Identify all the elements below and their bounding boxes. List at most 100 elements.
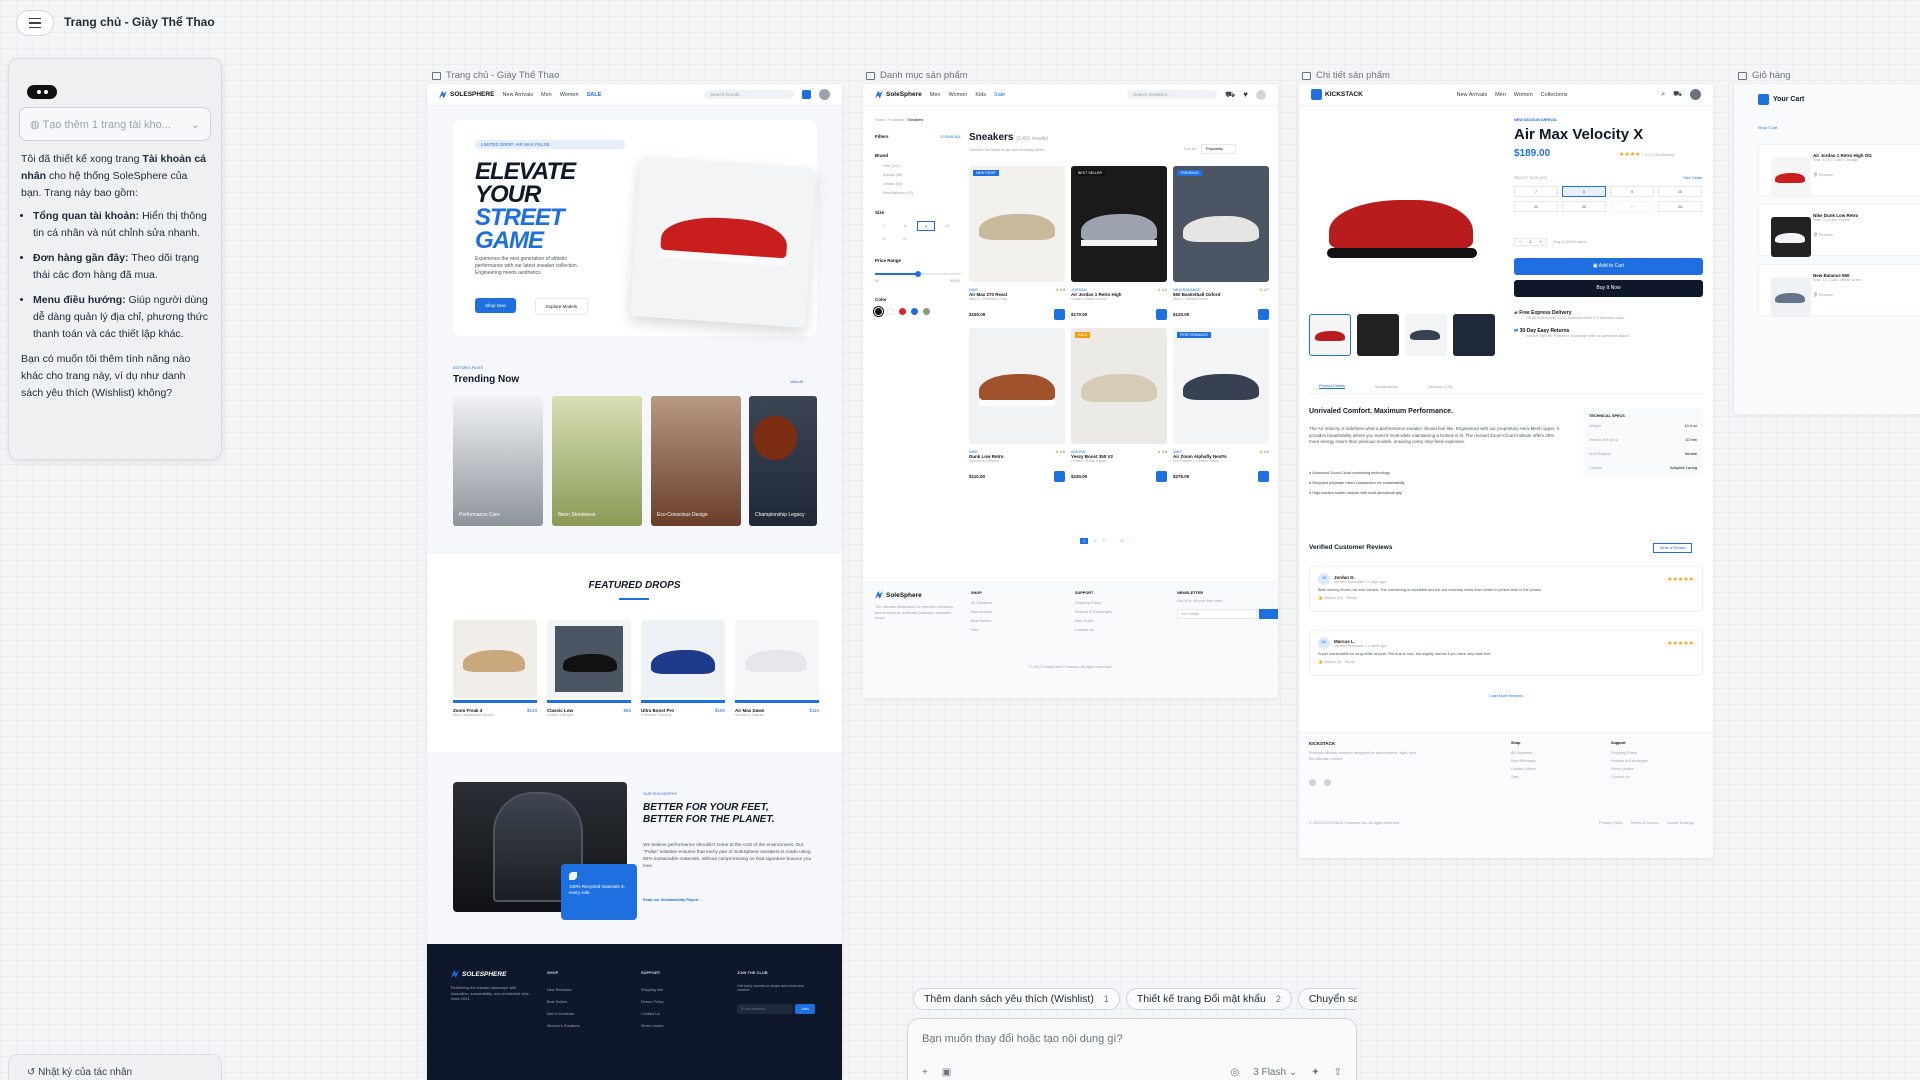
- add-to-cart-icon[interactable]: [1258, 471, 1269, 482]
- color-swatch[interactable]: [911, 308, 918, 315]
- brand-checkbox[interactable]: New Balance (32): [883, 189, 961, 198]
- footer-link[interactable]: All Sneakers: [971, 599, 992, 608]
- add-to-cart-icon[interactable]: [1258, 309, 1269, 320]
- shop-now-button[interactable]: Shop Now: [475, 298, 516, 313]
- product-card[interactable]: NEW DROP NIKE ★ 4.8 Air Max 270 React Men's …: [969, 166, 1065, 320]
- model-select[interactable]: 3 Flash ⌄: [1253, 1067, 1297, 1078]
- tab-reviews[interactable]: Reviews (128): [1428, 385, 1452, 389]
- price-slider[interactable]: [875, 271, 961, 277]
- remove-button[interactable]: 🗑 Remove: [1813, 172, 1872, 177]
- footer-link[interactable]: Shipping Info: [641, 984, 664, 996]
- artboard-label-cart[interactable]: Giỏ hàng: [1738, 70, 1791, 81]
- product-card[interactable]: BEST SELLER JORDAN ★ 4.9 Air Jordan 1 Retro…: [1071, 166, 1167, 320]
- page-button-active[interactable]: 1: [1080, 538, 1089, 544]
- chat-context-select[interactable]: ◍ Tạo thêm 1 trang tài kho... ⌄: [19, 107, 211, 141]
- add-to-cart-icon[interactable]: [1054, 471, 1065, 482]
- crumb[interactable]: Home: [875, 118, 885, 122]
- product-card[interactable]: NIKE ★ 4.6 Dunk Low Retro Women's • Brown $1…: [969, 328, 1065, 482]
- size-option-selected[interactable]: 8: [1562, 186, 1606, 197]
- home-logo[interactable]: SOLESPHERE: [439, 90, 494, 99]
- footer-link[interactable]: Shipping Policy: [1611, 749, 1648, 757]
- footer-link[interactable]: Sale: [971, 626, 992, 635]
- suggestion-chip[interactable]: Thiết kế trang Đổi mật khẩu 2: [1125, 988, 1292, 1010]
- featured-card[interactable]: Ultra Boost Pro $180 Premium Running: [641, 620, 725, 717]
- footer-link[interactable]: Sale: [1511, 773, 1536, 781]
- footer-link[interactable]: Contact Us: [641, 1008, 664, 1020]
- nav-link[interactable]: New Arrivals: [502, 92, 533, 98]
- filter-color-title[interactable]: Color: [875, 297, 961, 302]
- suggestion-chip[interactable]: Chuyển sang3: [1297, 988, 1357, 1010]
- remove-button[interactable]: 🗑 Remove: [1813, 232, 1858, 237]
- artboard-label-catalog[interactable]: Danh mục sản phẩm: [866, 70, 968, 81]
- size-option[interactable]: 8: [896, 221, 914, 231]
- filter-size-title[interactable]: Size: [875, 210, 961, 215]
- clear-all-link[interactable]: CLEAR ALL: [941, 135, 961, 139]
- size-option[interactable]: 11: [875, 234, 893, 244]
- avatar[interactable]: [1690, 89, 1701, 100]
- brand-checkbox[interactable]: Adidas (86): [883, 171, 961, 180]
- prompt-input[interactable]: Bạn muốn thay đổi hoặc tạo nội dung gì?: [922, 1033, 1342, 1045]
- cart-icon[interactable]: ⛟: [1225, 90, 1235, 100]
- add-to-cart-icon[interactable]: [1054, 309, 1065, 320]
- size-option[interactable]: 7: [875, 221, 893, 231]
- size-option[interactable]: 11: [1514, 201, 1558, 212]
- remove-button[interactable]: 🗑 Remove: [1813, 292, 1862, 297]
- featured-card[interactable]: Zoom Freak 4 $120 Men's Basketball Shoes: [453, 620, 537, 717]
- artboard-label-detail[interactable]: Chi tiết sản phẩm: [1302, 70, 1390, 81]
- size-option[interactable]: 12: [896, 234, 914, 244]
- search-input[interactable]: Search sneakers...: [1127, 90, 1218, 99]
- thumbnail[interactable]: [1453, 314, 1495, 356]
- reply-link[interactable]: Reply: [1345, 660, 1355, 664]
- page-button[interactable]: 12: [1120, 539, 1124, 543]
- size-option[interactable]: 7: [1514, 186, 1558, 197]
- trending-card[interactable]: Championship Legacy: [749, 396, 817, 526]
- sort-select[interactable]: Popularity: [1201, 144, 1236, 154]
- nav-link[interactable]: Men: [930, 92, 941, 98]
- sort-control[interactable]: Sort by: Popularity: [1184, 144, 1236, 154]
- brand-checkbox[interactable]: Nike (142): [883, 162, 961, 171]
- nav-link[interactable]: Men: [541, 92, 552, 98]
- nav-link[interactable]: Kids: [975, 92, 986, 98]
- write-review-button[interactable]: Write a Review: [1653, 543, 1693, 553]
- add-to-cart-icon[interactable]: [1156, 471, 1167, 482]
- footer-link[interactable]: Women's Sneakers: [547, 1020, 580, 1032]
- detail-logo[interactable]: KICKSTACK: [1311, 89, 1363, 100]
- footer-link[interactable]: Store Locator: [641, 1020, 664, 1032]
- footer-link[interactable]: New Releases: [1511, 757, 1536, 765]
- menu-icon[interactable]: [16, 10, 54, 36]
- footer-link[interactable]: Men's Sneakers: [547, 1008, 580, 1020]
- color-swatch[interactable]: [875, 308, 882, 315]
- filter-price-title[interactable]: Price Range: [875, 258, 961, 263]
- sustainability-link[interactable]: Read our Sustainability Report →: [643, 898, 703, 902]
- avatar[interactable]: [1256, 89, 1266, 100]
- nav-link[interactable]: New Arrivals: [1457, 92, 1488, 98]
- footer-link[interactable]: All Sneakers: [1511, 749, 1536, 757]
- sparkle-icon[interactable]: ✦: [1311, 1067, 1319, 1078]
- crumb[interactable]: Footwear: [888, 118, 904, 122]
- footer-link[interactable]: Returns & Exchanges: [1075, 608, 1112, 617]
- color-swatch[interactable]: [887, 308, 894, 315]
- filter-brand-title[interactable]: Brand: [875, 153, 961, 158]
- agent-history-button[interactable]: ↺ Nhật ký của tác nhân: [8, 1054, 222, 1080]
- footer-link[interactable]: Returns & Exchanges: [1611, 757, 1648, 765]
- minus-icon[interactable]: −: [1519, 240, 1521, 244]
- size-option[interactable]: 14: [1658, 201, 1702, 212]
- page-button[interactable]: 3: [1103, 539, 1105, 543]
- load-more-reviews-link[interactable]: Load More Reviews: [1299, 694, 1713, 698]
- artboard-label-home[interactable]: Trang chủ - Giày Thể Thao: [432, 70, 559, 81]
- size-option[interactable]: 9: [1610, 186, 1654, 197]
- settings-icon[interactable]: ◎: [1231, 1067, 1240, 1078]
- search-input[interactable]: Search brands...: [704, 90, 794, 99]
- size-option-selected[interactable]: 9: [917, 221, 935, 231]
- newsletter-join-button[interactable]: Join: [795, 1004, 815, 1014]
- send-icon[interactable]: ⇧: [1334, 1067, 1342, 1078]
- reply-link[interactable]: Reply: [1347, 596, 1357, 600]
- product-card[interactable]: SALE ADIDAS ★ 4.8 Yeezy Boost 350 V2 Unisex …: [1071, 328, 1167, 482]
- nav-link-sale[interactable]: SALE: [587, 92, 602, 98]
- newsletter-submit-button[interactable]: [1259, 609, 1278, 619]
- footer-link[interactable]: Return Policy: [641, 996, 664, 1008]
- review-count[interactable]: 4.2 (128 reviews): [1645, 153, 1674, 157]
- catalog-logo[interactable]: SoleSphere: [875, 90, 922, 99]
- tab-details[interactable]: Product Details: [1319, 384, 1345, 389]
- plus-icon[interactable]: +: [1539, 240, 1541, 244]
